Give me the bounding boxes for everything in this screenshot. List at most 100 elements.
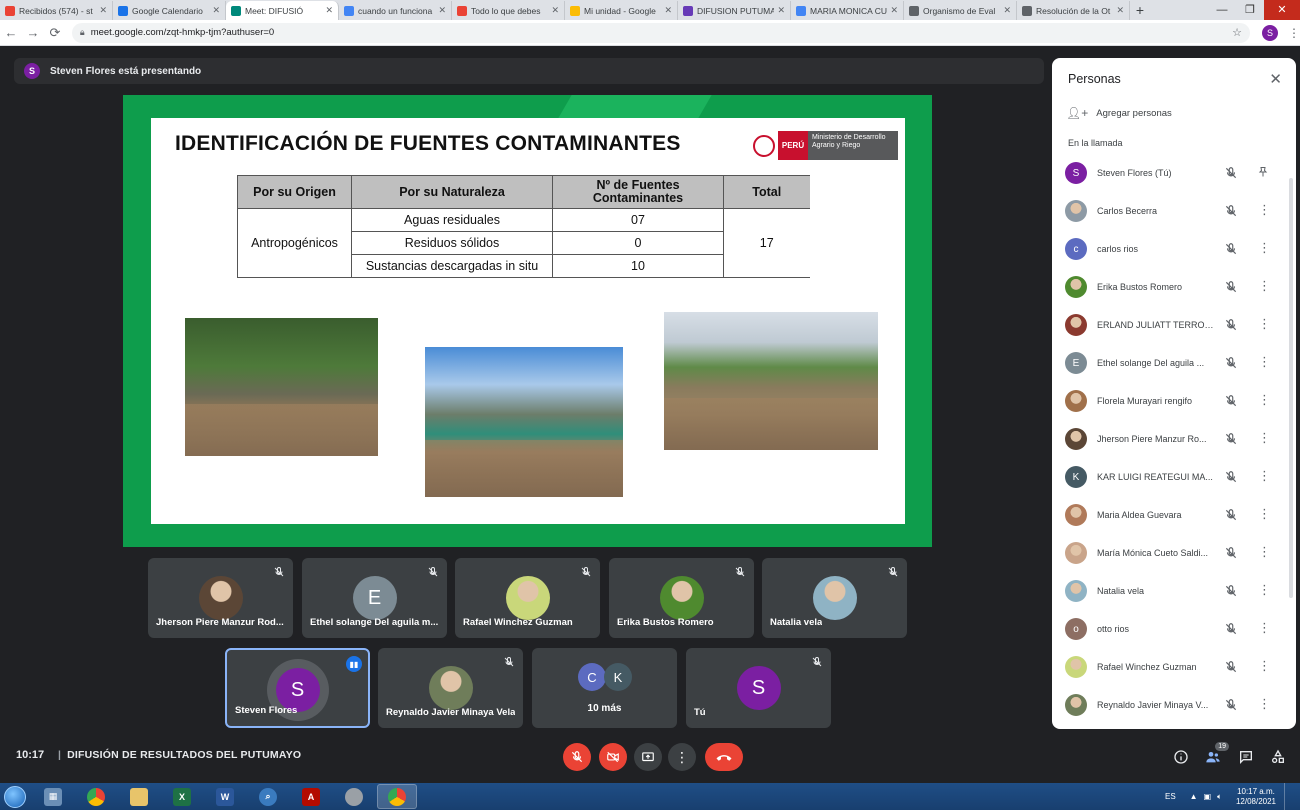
pin-icon[interactable] [1257,165,1269,179]
browser-tab[interactable]: Mi unidad - Google ✕ [565,1,678,20]
more-vert-icon[interactable]: ⋮ [1258,239,1271,257]
tab-close-icon[interactable]: ✕ [99,5,107,16]
presenting-text: Steven Flores está presentando [50,65,202,77]
tray-arrow-icon[interactable]: ▲ [1190,792,1198,801]
more-vert-icon[interactable]: ⋮ [1258,619,1271,637]
participant-row[interactable]: Erika Bustos Romero ⋮ [1052,268,1296,306]
show-desktop-button[interactable] [1284,783,1294,810]
more-vert-icon[interactable]: ⋮ [1258,467,1271,485]
participant-row[interactable]: E Ethel solange Del aguila ... ⋮ [1052,344,1296,382]
taskbar-media[interactable] [334,784,374,809]
back-icon[interactable]: ← [0,25,22,40]
tab-close-icon[interactable]: ✕ [890,5,898,16]
start-button[interactable] [0,783,30,810]
leave-call-button[interactable] [705,743,743,771]
profile-avatar[interactable]: S [1262,24,1278,41]
browser-tab[interactable]: Todo lo que debes ✕ [452,1,565,20]
tab-close-icon[interactable]: ✕ [777,5,785,16]
people-button[interactable]: 19 [1203,742,1229,767]
taskbar-calculator[interactable]: ▦ [33,784,73,809]
new-tab-button[interactable]: + [1130,0,1150,20]
tab-close-icon[interactable]: ✕ [664,5,672,16]
more-vert-icon[interactable]: ⋮ [1258,657,1271,675]
more-vert-icon[interactable]: ⋮ [1258,581,1271,599]
browser-tab[interactable]: Resolución de la Ot ✕ [1017,1,1130,20]
taskbar-word[interactable]: W [205,784,245,809]
participant-row[interactable]: Carlos Becerra ⋮ [1052,192,1296,230]
browser-tab[interactable]: Organismo de Eval ✕ [904,1,1017,20]
participant-row[interactable]: Florela Murayari rengifo ⋮ [1052,382,1296,420]
more-vert-icon[interactable]: ⋮ [1258,505,1271,523]
taskbar-magnifier[interactable]: ⌕ [248,784,288,809]
taskbar-chrome-active[interactable] [377,784,417,809]
more-vert-icon[interactable]: ⋮ [1258,201,1271,219]
close-icon[interactable]: ✕ [1269,70,1282,88]
participant-tile[interactable]: S Steven Flores ▮▮ [225,648,370,728]
participant-tile[interactable]: Reynaldo Javier Minaya Vela [378,648,523,728]
camera-off-button[interactable] [599,743,627,771]
tray-clock[interactable]: 10:17 a.m. 12/08/2021 [1236,787,1276,807]
network-icon[interactable]: ▣ [1204,792,1212,801]
meeting-details-button[interactable] [1171,747,1191,767]
forward-icon[interactable]: → [22,25,44,40]
participant-tile[interactable]: Erika Bustos Romero [609,558,754,638]
tab-close-icon[interactable]: ✕ [1116,5,1124,16]
browser-tab[interactable]: Google Calendario ✕ [113,1,226,20]
tab-close-icon[interactable]: ✕ [551,5,559,16]
participant-tile[interactable]: Rafael Winchez Guzman [455,558,600,638]
more-vert-icon[interactable]: ⋮ [1258,277,1271,295]
more-vert-icon[interactable]: ⋮ [1258,695,1271,713]
url-input[interactable]: 🔒︎ meet.google.com/zqt-hmkp-tjm?authuser… [71,22,1251,43]
participant-row[interactable]: Natalia vela ⋮ [1052,572,1296,610]
taskbar-excel[interactable]: X [162,784,202,809]
browser-menu-icon[interactable]: ⋮ [1288,26,1300,40]
reload-icon[interactable]: ⟳ [44,25,66,41]
browser-tab[interactable]: DIFUSION PUTUMA ✕ [678,1,791,20]
browser-tab[interactable]: MARIA MONICA CU ✕ [791,1,904,20]
participant-row[interactable]: o otto rios ⋮ [1052,610,1296,648]
minimize-icon[interactable]: — [1208,0,1236,20]
participant-tile[interactable]: E Ethel solange Del aguila m... [302,558,447,638]
participant-tile[interactable]: S Tú [686,648,831,728]
participant-row[interactable]: ERLAND JULIATT TERRON... ⋮ [1052,306,1296,344]
more-vert-icon[interactable]: ⋮ [1258,429,1271,447]
chat-button[interactable] [1236,747,1256,767]
browser-tab[interactable]: cuando un funciona ✕ [339,1,452,20]
more-vert-icon[interactable]: ⋮ [1258,543,1271,561]
participant-row[interactable]: María Mónica Cueto Saldi... ⋮ [1052,534,1296,572]
more-participants-tile[interactable]: C K 10 más [532,648,677,728]
participant-row[interactable]: S Steven Flores (Tú) [1052,154,1296,192]
taskbar-explorer[interactable] [119,784,159,809]
microphone-off-button[interactable] [563,743,591,771]
participant-row[interactable]: Jherson Piere Manzur Ro... ⋮ [1052,420,1296,458]
tab-close-icon[interactable]: ✕ [1003,5,1011,16]
browser-tab[interactable]: Recibidos (574) - st ✕ [0,1,113,20]
window-close-icon[interactable]: ✕ [1264,0,1300,20]
more-options-button[interactable]: ⋮ [668,743,696,771]
tab-close-icon[interactable]: ✕ [438,5,446,16]
taskbar-acrobat[interactable]: A [291,784,331,809]
participant-row[interactable]: Maria Aldea Guevara ⋮ [1052,496,1296,534]
more-vert-icon[interactable]: ⋮ [1258,391,1271,409]
activities-button[interactable] [1268,747,1288,767]
participant-tile[interactable]: Natalia vela [762,558,907,638]
tab-close-icon[interactable]: ✕ [325,5,333,16]
more-vert-icon[interactable]: ⋮ [1258,353,1271,371]
browser-tab[interactable]: Meet: DIFUSIÓ ✕ [226,1,339,20]
bookmark-star-icon[interactable]: ☆ [1232,26,1242,39]
maximize-icon[interactable]: ❐ [1236,0,1264,20]
volume-icon[interactable]: 🔈︎ [1217,792,1222,802]
people-scrollbar[interactable] [1289,178,1293,598]
add-people-button[interactable]: 👤︎+ Agregar personas [1066,106,1172,120]
language-indicator[interactable]: ES [1165,792,1176,801]
participant-row[interactable]: Reynaldo Javier Minaya V... ⋮ [1052,686,1296,724]
taskbar-chrome[interactable] [76,784,116,809]
participants-count-badge: 19 [1215,742,1229,751]
present-screen-button[interactable] [634,743,662,771]
participant-tile[interactable]: Jherson Piere Manzur Rod... [148,558,293,638]
participant-row[interactable]: K KAR LUIGI REATEGUI MA... ⋮ [1052,458,1296,496]
participant-row[interactable]: Rafael Winchez Guzman ⋮ [1052,648,1296,686]
participant-row[interactable]: c carlos rios ⋮ [1052,230,1296,268]
tab-close-icon[interactable]: ✕ [212,5,220,16]
more-vert-icon[interactable]: ⋮ [1258,315,1271,333]
